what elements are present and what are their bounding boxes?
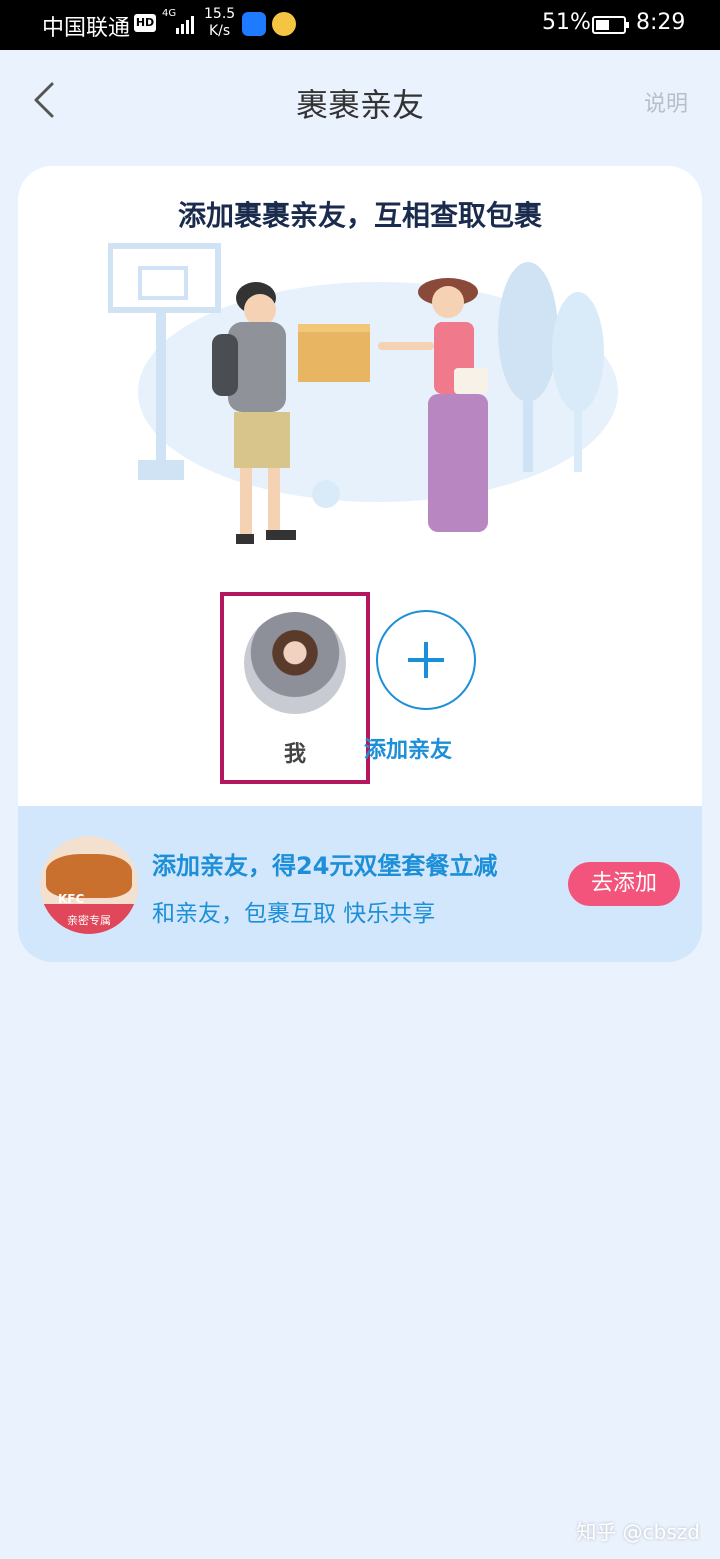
hd-icon: HD [134, 14, 156, 32]
add-friend-button[interactable]: 添加亲友 [364, 610, 478, 770]
promo-subtitle: 和亲友，包裹互取 快乐共享 [152, 901, 436, 927]
kfc-meal-image: KFC 亲密专属 [40, 836, 138, 934]
battery-icon [592, 16, 629, 34]
notification-emoji-icon [272, 12, 296, 36]
top-nav: 裹裹亲友 说明 [0, 50, 720, 150]
friend-me-tile[interactable]: 我 [220, 592, 370, 784]
promo-image-caption: 亲密专属 [67, 914, 111, 927]
network-speed: 15.5 K/s [204, 6, 235, 40]
add-friend-label: 添加亲友 [364, 738, 453, 763]
battery-fill [596, 20, 610, 30]
package-handoff-illustration [108, 243, 618, 544]
speed-unit: K/s [208, 23, 231, 39]
signal-icon [176, 16, 194, 34]
watermark: 知乎 @cbszd [576, 1520, 700, 1544]
carrier-name: 中国联通 [42, 16, 131, 41]
promo-banner[interactable]: KFC 亲密专属 添加亲友，得24元双堡套餐立减 和亲友，包裹互取 快乐共享 去… [18, 806, 702, 962]
kfc-logo: KFC [58, 892, 85, 906]
help-link[interactable]: 说明 [644, 86, 688, 118]
me-label: 我 [283, 742, 306, 767]
plus-icon [376, 610, 476, 710]
card-headline: 添加裹裹亲友，互相查取包裹 [177, 199, 542, 232]
page-title: 裹裹亲友 [295, 86, 424, 124]
battery-percent: 51% [542, 10, 591, 35]
friends-card: 添加裹裹亲友，互相查取包裹 我 添加亲友 KFC 亲密专属 添加亲友，得24元双… [18, 166, 702, 962]
network-type: 4G [162, 8, 177, 19]
promo-title: 添加亲友，得24元双堡套餐立减 [152, 852, 498, 880]
go-add-button[interactable]: 去添加 [568, 862, 680, 906]
notification-app-icon [242, 12, 266, 36]
speed-value: 15.5 [204, 6, 236, 22]
avatar [244, 612, 346, 714]
clock: 8:29 [636, 10, 686, 35]
status-bar: 中国联通 HD 4G 15.5 K/s 51% 8:29 [0, 0, 720, 50]
